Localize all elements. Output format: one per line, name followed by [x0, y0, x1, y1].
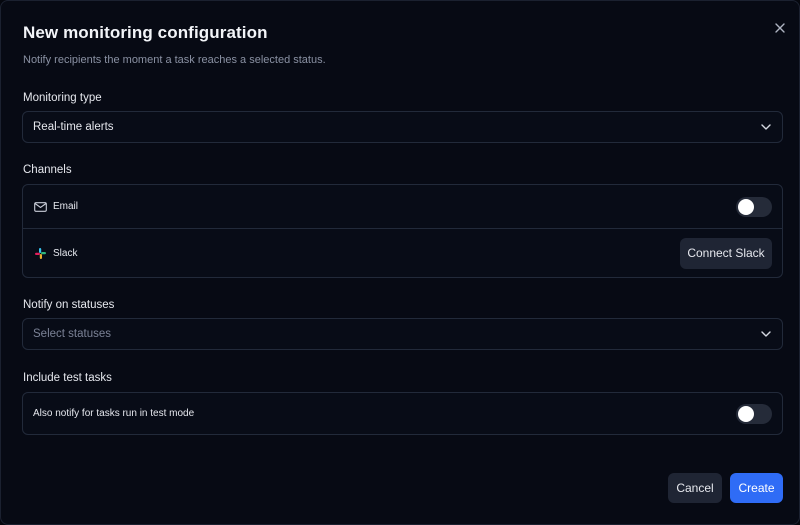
test-tasks-toggle[interactable]	[736, 403, 772, 424]
test-tasks-option-label: Also notify for tasks run in test mode	[33, 408, 195, 419]
channel-row-email: Email	[23, 185, 782, 228]
email-toggle[interactable]	[736, 196, 772, 217]
slack-icon	[33, 246, 47, 260]
mail-icon	[33, 200, 47, 214]
dialog-subtitle: Notify recipients the moment a task reac…	[23, 54, 326, 66]
cancel-button[interactable]: Cancel	[668, 473, 722, 503]
monitoring-type-label: Monitoring type	[23, 92, 102, 104]
monitoring-config-dialog: New monitoring configuration Notify reci…	[0, 0, 800, 525]
close-icon	[775, 23, 785, 33]
slack-label: Slack	[53, 247, 78, 259]
chevron-down-icon	[760, 328, 772, 340]
create-button[interactable]: Create	[730, 473, 783, 503]
dialog-title: New monitoring configuration	[23, 23, 268, 42]
email-toggle-knob	[738, 198, 754, 215]
monitoring-type-select[interactable]: Real-time alerts	[22, 111, 783, 143]
channel-row-slack: Slack Connect Slack	[23, 228, 782, 277]
statuses-placeholder: Select statuses	[33, 328, 111, 340]
chevron-down-icon	[760, 121, 772, 133]
email-label: Email	[53, 201, 79, 212]
test-tasks-toggle-knob	[738, 405, 754, 422]
monitoring-type-value: Real-time alerts	[33, 121, 114, 133]
statuses-select[interactable]: Select statuses	[22, 318, 783, 350]
channels-label: Channels	[23, 164, 72, 176]
close-button[interactable]	[771, 19, 789, 37]
statuses-label: Notify on statuses	[23, 299, 115, 311]
test-tasks-row: Also notify for tasks run in test mode	[23, 393, 782, 434]
connect-slack-button[interactable]: Connect Slack	[680, 237, 772, 269]
test-tasks-label: Include test tasks	[23, 372, 112, 384]
test-tasks-card: Also notify for tasks run in test mode	[22, 392, 783, 435]
channels-card: Email Slack Connect Slack	[22, 184, 783, 278]
